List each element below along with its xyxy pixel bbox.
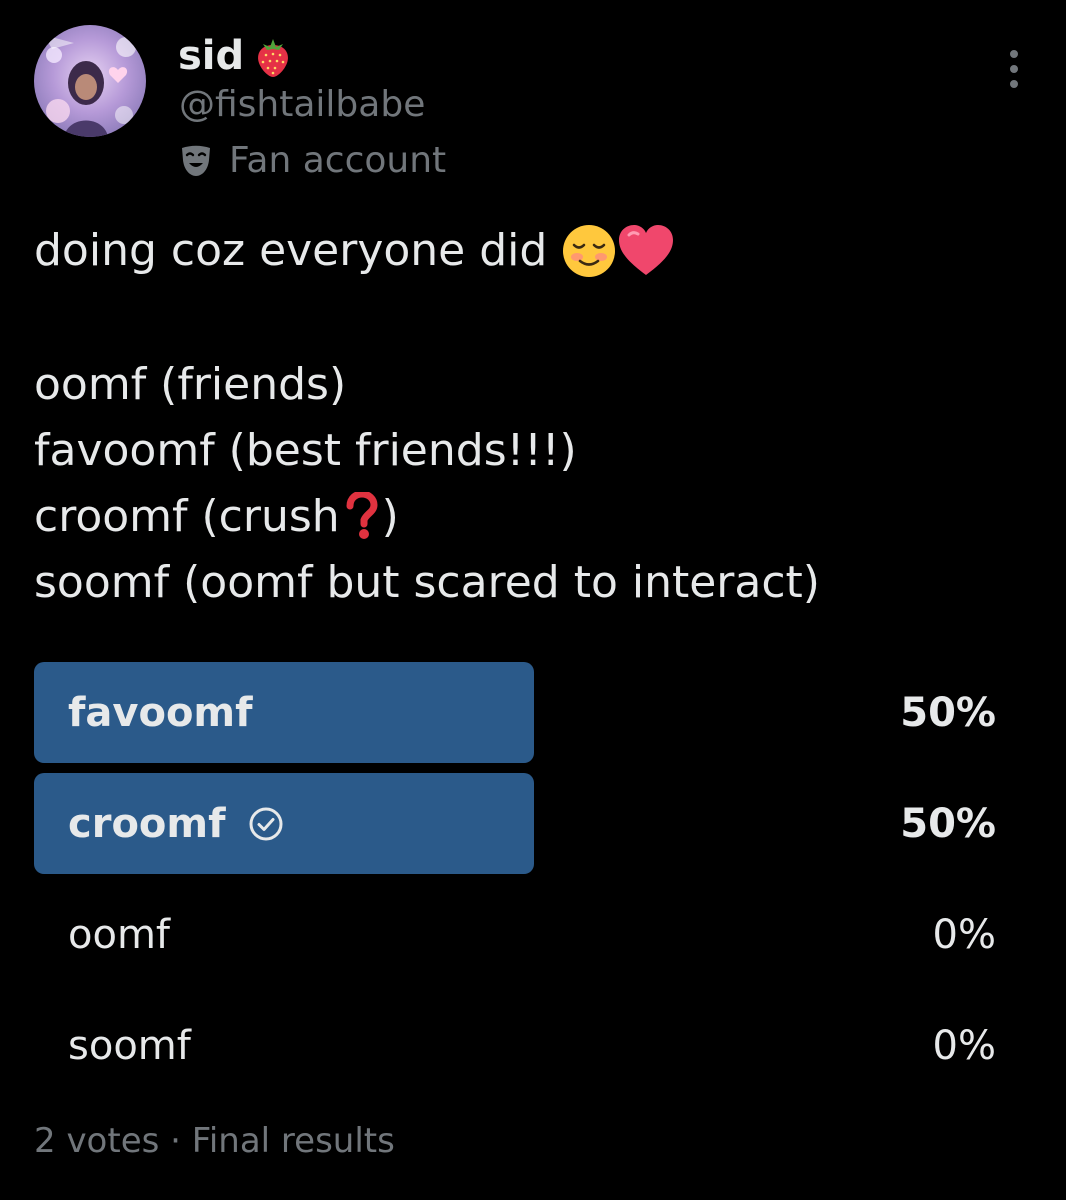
poll-option-text: soomf [68,1022,191,1069]
poll-option[interactable]: croomf 50% [34,773,996,874]
poll-option-percent: 0% [932,1022,996,1069]
poll-option-percent: 50% [900,689,996,736]
tweet-line-text: croomf (crush [34,491,340,542]
tweet-line: doing coz everyone did [34,218,1034,284]
tweet-line: soomf (oomf but scared to interact) [34,550,1034,616]
tweet-line-text: soomf (oomf but scared to interact) [34,557,820,608]
performing-arts-mask-icon [182,145,210,176]
tweet-line-text: ) [381,491,399,542]
poll-option[interactable]: oomf 0% [34,884,996,985]
poll-option-label: croomf [68,773,285,874]
poll-option-text: favoomf [68,689,253,736]
poll-option-text: croomf [68,800,226,847]
poll-option[interactable]: soomf 0% [34,995,996,1096]
more-options-icon[interactable] [992,42,1036,98]
tweet-line: oomf (friends) [34,352,1034,418]
avatar[interactable] [34,25,146,137]
account-label-text: Fan account [229,140,447,181]
poll-option-percent: 0% [932,911,996,958]
poll-option[interactable]: favoomf 50% [34,662,996,763]
poll-option-label: favoomf [68,662,253,763]
smiling-face-emoji-icon [563,225,616,277]
poll-status: Final results [191,1121,395,1161]
tweet-line-text: doing coz everyone did [34,225,548,276]
poll: favoomf 50% croomf 50% oomf 0% soomf 0% [34,662,996,1106]
poll-option-label: oomf [68,884,170,985]
tweet-line-text: oomf (friends) [34,359,347,410]
user-handle[interactable]: @fishtailbabe [179,82,425,128]
poll-footer-separator: · [170,1121,181,1161]
heart-emoji-icon [619,225,674,275]
account-label: Fan account [179,138,446,184]
display-name[interactable]: sid [178,30,244,82]
voted-check-icon [249,807,283,840]
poll-option-percent: 50% [900,800,996,847]
tweet-text: doing coz everyone did oomf (friends) fa… [34,218,1034,616]
poll-option-label: soomf [68,995,191,1096]
tweet-line: croomf (crush ) [34,484,1034,550]
poll-vote-count: 2 votes [34,1121,160,1161]
poll-footer: 2 votes · Final results [34,1118,395,1164]
tweet-line-text: favoomf (best friends!!!) [34,425,577,476]
poll-option-text: oomf [68,911,170,958]
tweet-line: favoomf (best friends!!!) [34,418,1034,484]
question-mark-emoji-icon [346,492,378,539]
strawberry-icon [258,39,288,77]
